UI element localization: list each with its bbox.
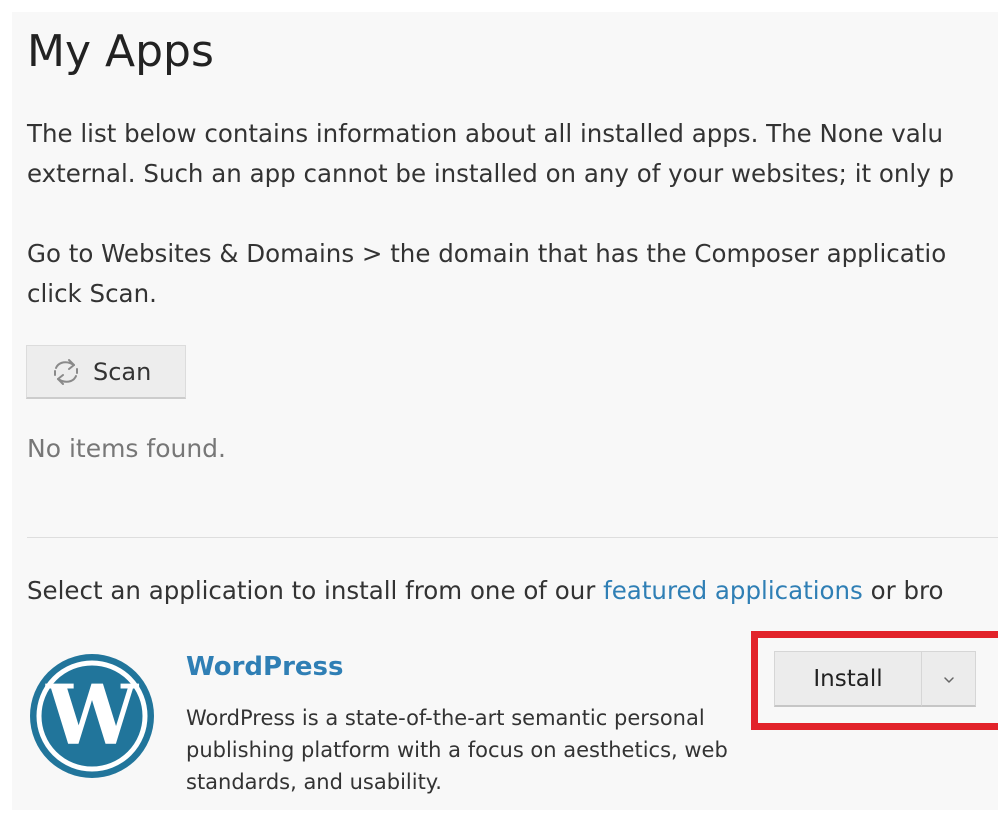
instruction-line-2: click Scan.: [27, 279, 157, 308]
scan-button[interactable]: Scan: [26, 345, 186, 399]
instruction-line-1: Go to Websites & Domains > the domain th…: [27, 239, 947, 268]
page-title: My Apps: [27, 26, 214, 77]
app-description: WordPress is a state-of-the-art semantic…: [186, 706, 728, 794]
empty-state-text: No items found.: [27, 434, 226, 463]
install-prompt: Select an application to install from on…: [27, 571, 944, 611]
intro-line-1: The list below contains information abou…: [27, 119, 944, 148]
wordpress-logo-icon: W: [28, 652, 156, 780]
install-button-group: Install: [774, 651, 976, 707]
install-prompt-prefix: Select an application to install from on…: [27, 576, 604, 605]
app-name-link[interactable]: WordPress: [186, 652, 344, 682]
install-dropdown-button[interactable]: [922, 651, 976, 707]
featured-applications-link[interactable]: featured applications: [603, 576, 863, 605]
svg-text:W: W: [45, 668, 140, 764]
chevron-down-icon: [943, 669, 955, 688]
refresh-arrows-icon: [49, 355, 83, 389]
instruction-text: Go to Websites & Domains > the domain th…: [27, 234, 946, 314]
main-panel: My Apps The list below contains informat…: [12, 12, 998, 810]
install-button[interactable]: Install: [774, 651, 922, 707]
intro-line-2: external. Such an app cannot be installe…: [27, 159, 955, 188]
install-prompt-suffix: or bro: [862, 576, 944, 605]
intro-text: The list below contains information abou…: [27, 114, 954, 194]
section-divider: [27, 537, 998, 538]
scan-button-label: Scan: [93, 357, 152, 386]
